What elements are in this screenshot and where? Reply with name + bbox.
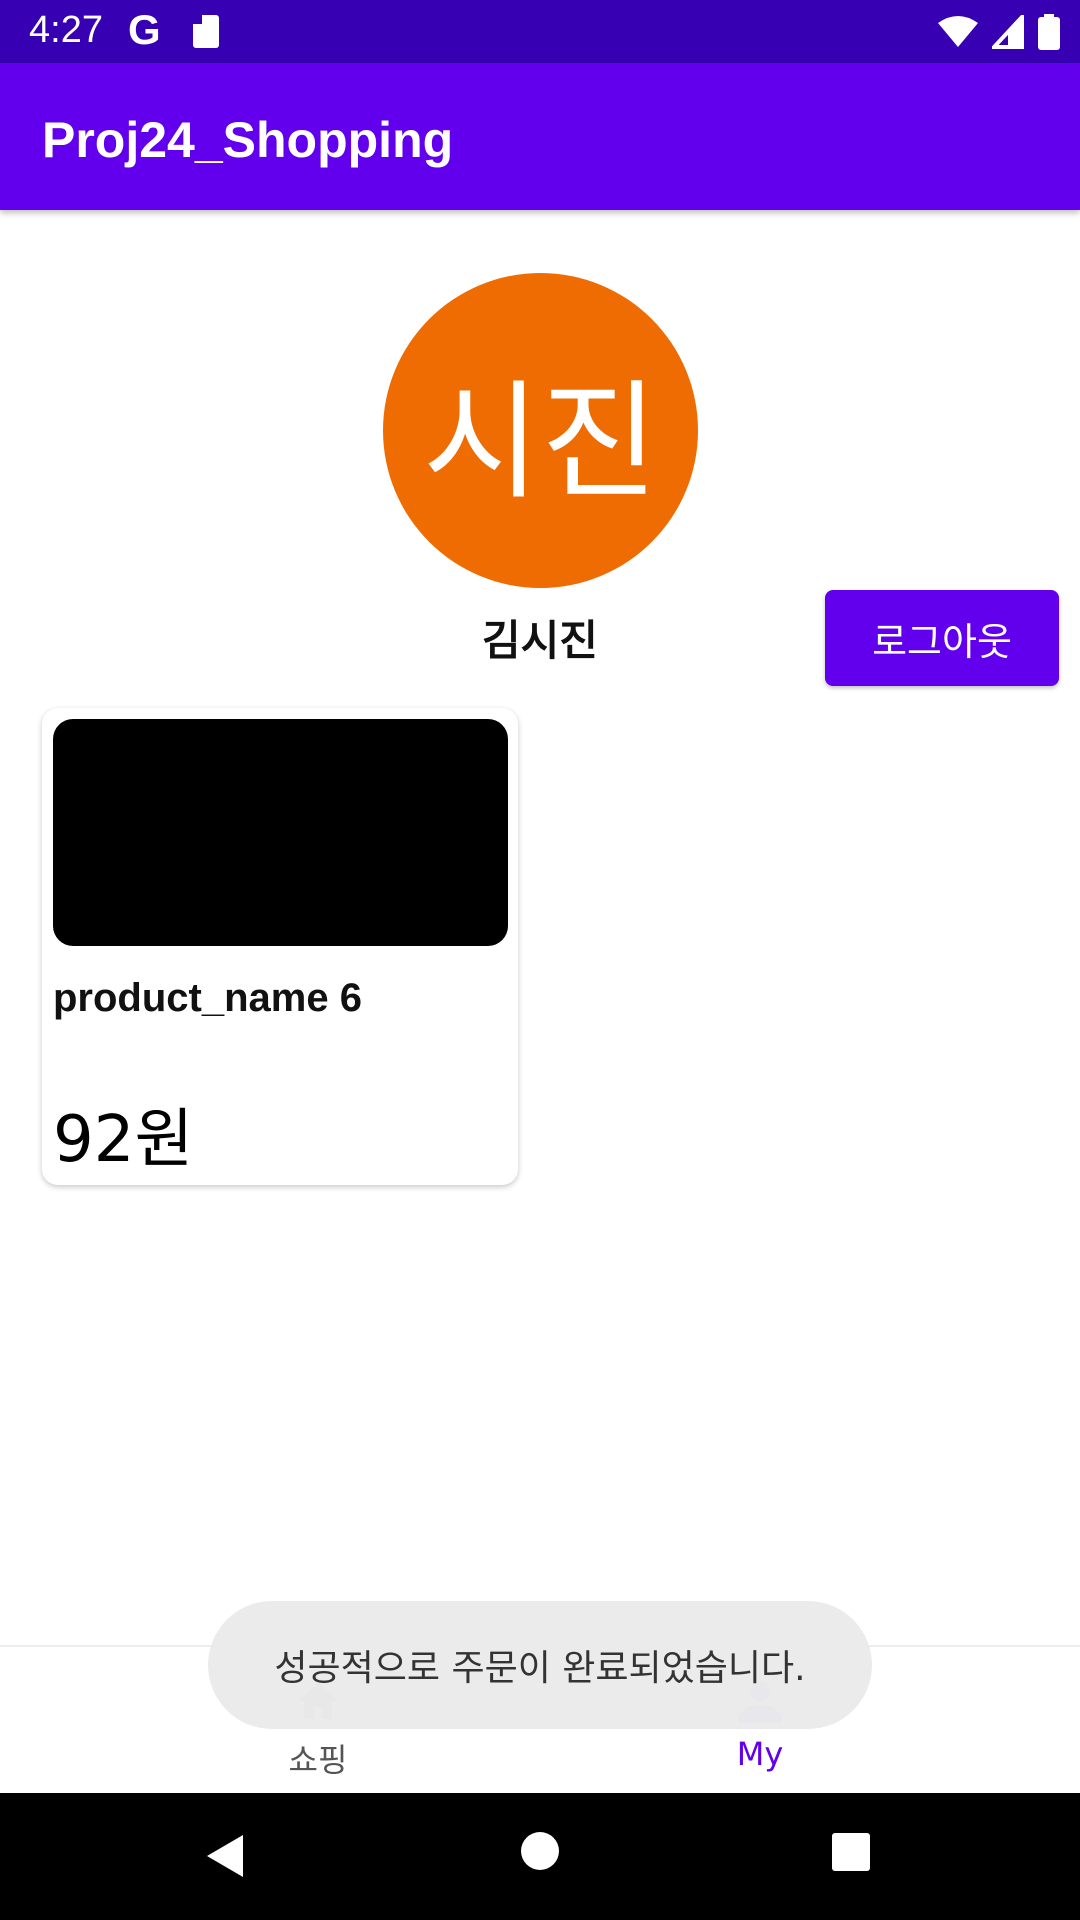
status-icons [938,12,1060,52]
system-navigation-bar [0,1793,1080,1920]
app-title: Proj24_Shopping [42,112,454,168]
product-price: 92원 [53,1103,194,1177]
home-button[interactable] [521,1832,559,1870]
recent-apps-button[interactable] [832,1833,870,1871]
google-icon: G [128,6,161,53]
sd-card-icon [193,15,219,48]
nav-label-shopping: 쇼핑 [288,1741,348,1779]
avatar: 시진 [383,273,698,588]
app-bar: Proj24_Shopping [0,63,1080,210]
battery-icon [1038,14,1060,50]
order-card[interactable]: product_name 6 92원 [42,708,518,1185]
status-time: 4:27 [29,9,103,51]
toast-message: 성공적으로 주문이 완료되었습니다. [208,1601,872,1729]
nav-label-my: My [736,1735,784,1773]
logout-button[interactable]: 로그아웃 [825,590,1059,686]
user-name: 김시진 [482,616,598,665]
avatar-text: 시진 [422,368,659,517]
status-bar: 4:27 G [0,0,1080,63]
back-icon[interactable] [205,1833,245,1879]
toast-text: 성공적으로 주문이 완료되었습니다. [274,1648,806,1689]
product-name: product_name 6 [53,976,362,1020]
signal-icon [992,15,1024,49]
product-image [53,719,508,946]
wifi-icon [938,16,978,47]
